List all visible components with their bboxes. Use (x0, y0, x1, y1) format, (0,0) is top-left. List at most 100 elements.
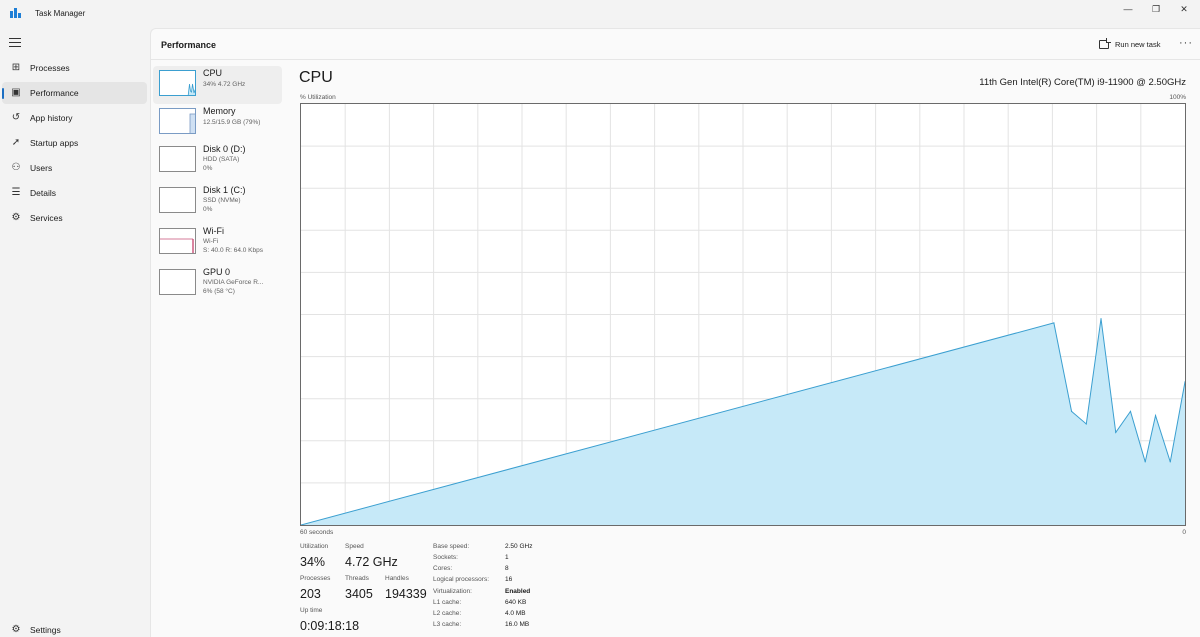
cpu-data-point (1154, 414, 1157, 417)
run-new-task-label: Run new task (1115, 40, 1161, 49)
time-span-label: 60 seconds (300, 529, 334, 536)
nav-item-performance[interactable]: ▣ Performance (2, 82, 147, 104)
utilization-label: Utilization (300, 543, 329, 550)
memory-thumbnail (159, 108, 196, 134)
spec-label: Base speed: (433, 543, 470, 550)
cpu-data-point (1100, 318, 1102, 320)
spec-value: Enabled (505, 588, 531, 595)
maximize-button[interactable]: ❐ (1142, 0, 1170, 18)
resource-detail: SSD (NVMe) (203, 197, 241, 204)
resource-value: 6% (58 °C) (203, 288, 235, 295)
resource-detail: NVIDIA GeForce R... (203, 279, 264, 286)
spec-value: 640 KB (505, 599, 527, 606)
spec-label: Sockets: (433, 554, 458, 561)
threads-value: 3405 (345, 587, 373, 601)
cpu-data-point (1144, 461, 1146, 463)
resource-item-disk-1[interactable]: Disk 1 (C:) SSD (NVMe) 0% (153, 183, 282, 221)
nav-item-app-history[interactable]: ↺ App history (2, 107, 147, 129)
cpu-data-point (1129, 410, 1132, 412)
spec-value: 1 (505, 554, 509, 561)
nav-item-label: Startup apps (30, 138, 79, 148)
resource-detail: 34% 4.72 GHz (203, 81, 246, 88)
resource-detail: Wi-Fi (203, 238, 219, 245)
services-icon: ⚙ (11, 212, 21, 223)
resource-name: GPU 0 (203, 267, 231, 277)
nav-item-users[interactable]: ⚇ Users (2, 157, 147, 179)
run-task-icon (1099, 38, 1111, 49)
resource-name: Disk 1 (C:) (203, 185, 246, 195)
nav-item-label: Settings (30, 625, 61, 635)
nav-item-settings[interactable]: ⚙ Settings (2, 619, 147, 637)
minimize-button[interactable]: — (1114, 0, 1142, 18)
threads-label: Threads (345, 575, 369, 582)
spec-value: 16 (505, 576, 513, 583)
processes-label: Processes (300, 575, 331, 582)
header-divider (151, 59, 1200, 60)
cpu-data-point (1070, 410, 1073, 412)
window-title: Task Manager (35, 9, 86, 18)
cpu-data-point (1169, 461, 1171, 463)
details-icon: ☰ (11, 187, 21, 198)
close-button[interactable]: ✕ (1170, 0, 1198, 18)
disk-1-thumbnail (159, 187, 196, 213)
resource-name: Memory (203, 106, 236, 116)
disk-0-thumbnail (159, 146, 196, 172)
resource-value: S: 40.0 R: 64.0 Kbps (203, 247, 263, 254)
wifi-thumbnail (159, 228, 196, 254)
cpu-data-point (1053, 322, 1055, 324)
more-options-button[interactable]: ··· (1179, 37, 1193, 49)
nav-item-processes[interactable]: ⊞ Processes (2, 57, 147, 79)
resource-detail: 12.5/15.9 GB (79%) (203, 119, 261, 126)
resource-item-gpu[interactable]: GPU 0 NVIDIA GeForce R... 6% (58 °C) (153, 265, 282, 303)
resource-value: 0% (203, 165, 213, 172)
cpu-graph-svg (300, 104, 1186, 526)
nav-item-services[interactable]: ⚙ Services (2, 207, 147, 229)
cpu-thumbnail (159, 70, 196, 96)
spec-label: Virtualization: (433, 588, 472, 595)
speed-label: Speed (345, 543, 364, 550)
resource-item-memory[interactable]: Memory 12.5/15.9 GB (79%) (153, 104, 282, 142)
processes-value: 203 (300, 587, 321, 601)
title-bar: Task Manager — ❐ ✕ (0, 0, 1200, 28)
resource-name: CPU (203, 68, 223, 78)
handles-value: 194339 (385, 587, 427, 601)
graph-zero-label: 0 (1182, 529, 1186, 536)
nav-item-startup-apps[interactable]: ➚ Startup apps (2, 132, 147, 154)
spec-label: Cores: (433, 565, 453, 572)
resource-value: 0% (203, 206, 213, 213)
resource-detail: HDD (SATA) (203, 156, 240, 163)
resource-item-wifi[interactable]: Wi-Fi Wi-Fi S: 40.0 R: 64.0 Kbps (153, 224, 282, 262)
resource-item-disk-0[interactable]: Disk 0 (D:) HDD (SATA) 0% (153, 142, 282, 180)
nav-item-label: Performance (30, 88, 79, 98)
nav-item-label: App history (30, 113, 73, 123)
cpu-data-point (1115, 431, 1117, 433)
cpu-model-name: 11th Gen Intel(R) Core(TM) i9-11900 @ 2.… (979, 77, 1186, 88)
resource-name: Wi-Fi (203, 226, 224, 236)
speed-value: 4.72 GHz (345, 555, 398, 569)
handles-label: Handles (385, 575, 409, 582)
main-panel: Performance Run new task ··· CPU 34% 4.7… (150, 28, 1200, 637)
spec-value: 2.50 GHz (505, 543, 533, 550)
utilization-axis-label: % Utilization (300, 94, 336, 101)
navigation-pane: ⊞ Processes ▣ Performance ↺ App history … (0, 28, 150, 637)
nav-item-label: Services (30, 213, 63, 223)
cpu-heading: CPU (299, 69, 333, 86)
resource-item-cpu[interactable]: CPU 34% 4.72 GHz (153, 66, 282, 104)
resource-name: Disk 0 (D:) (203, 144, 246, 154)
utilization-max-label: 100% (1169, 94, 1186, 101)
uptime-label: Up time (300, 607, 323, 614)
cpu-utilization-graph (300, 103, 1186, 526)
spec-value: 8 (505, 565, 509, 572)
nav-item-label: Users (30, 163, 53, 173)
nav-item-details[interactable]: ☰ Details (2, 182, 147, 204)
spec-value: 4.0 MB (505, 610, 526, 617)
hamburger-menu-icon[interactable] (9, 38, 21, 48)
utilization-value: 34% (300, 555, 326, 569)
task-manager-icon (10, 8, 22, 18)
nav-item-label: Processes (30, 63, 70, 73)
performance-icon: ▣ (11, 87, 21, 98)
users-icon: ⚇ (11, 162, 21, 173)
spec-value: 16.0 MB (505, 621, 530, 628)
page-title: Performance (161, 40, 217, 50)
cpu-data-point (1085, 423, 1087, 425)
